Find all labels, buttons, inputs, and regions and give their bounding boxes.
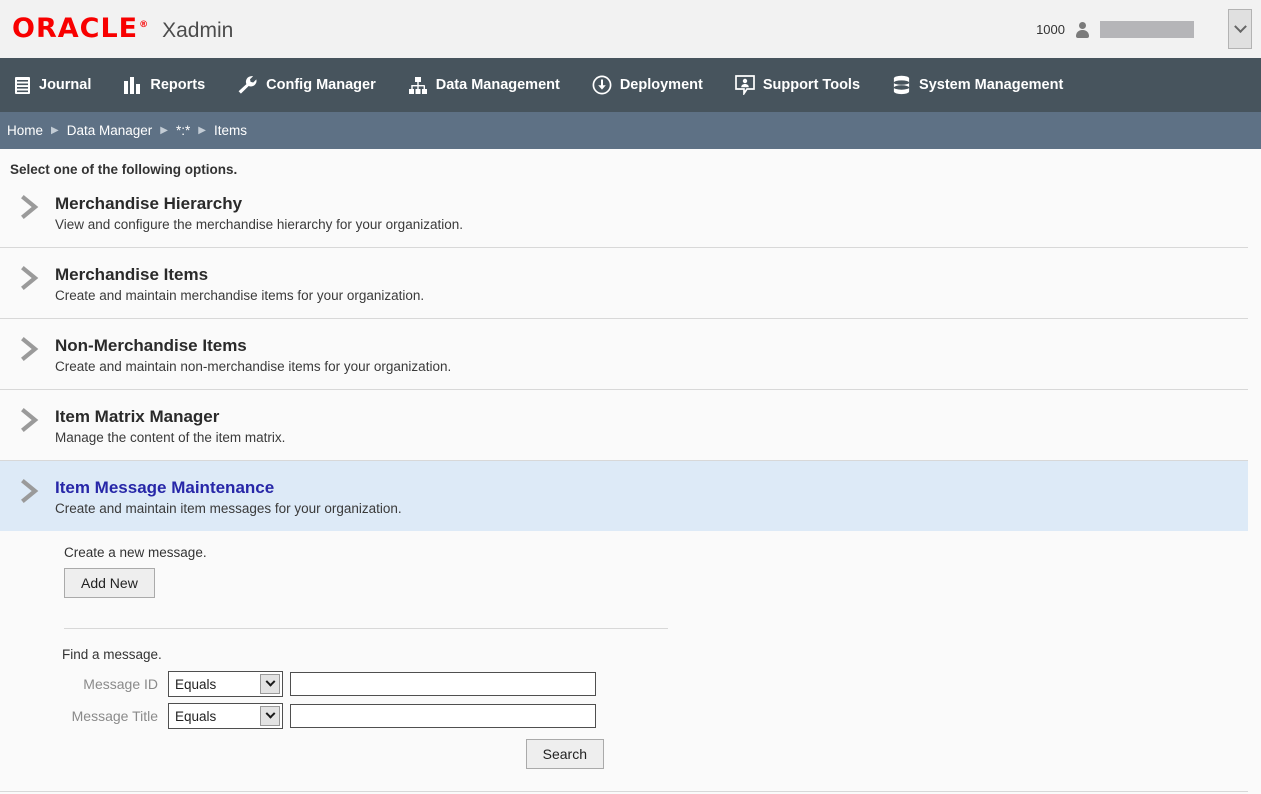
chevron-right-icon xyxy=(20,479,46,508)
breadcrumb-item-org[interactable]: *:* xyxy=(176,123,190,138)
option-description: Create and maintain non-merchandise item… xyxy=(55,359,452,374)
breadcrumb-item-home[interactable]: Home xyxy=(7,123,43,138)
person-bubble-icon xyxy=(734,75,755,95)
add-new-button[interactable]: Add New xyxy=(64,568,155,598)
search-button-row: Search xyxy=(64,739,604,769)
option-title: Non-Merchandise Items xyxy=(55,336,247,355)
chevron-right-icon xyxy=(20,266,46,295)
chevron-down-icon xyxy=(260,674,280,694)
message-title-input[interactable] xyxy=(290,704,596,728)
nav-item-data-management[interactable]: Data Management xyxy=(408,76,560,95)
chevron-down-icon xyxy=(260,706,280,726)
section-divider xyxy=(64,628,668,629)
search-button[interactable]: Search xyxy=(525,739,604,769)
nav-item-config-manager[interactable]: Config Manager xyxy=(237,75,376,95)
find-message-label: Find a message. xyxy=(62,647,162,662)
option-description: Create and maintain item messages for yo… xyxy=(55,501,402,516)
wrench-icon xyxy=(237,75,258,95)
form-row-message-title: Message Title Equals xyxy=(64,703,1248,729)
brand-logo: ORACLE® Xadmin xyxy=(12,15,233,43)
oracle-wordmark: ORACLE® xyxy=(12,15,149,42)
breadcrumb-item-data-manager[interactable]: Data Manager xyxy=(67,123,153,138)
user-icon xyxy=(1075,21,1090,38)
message-title-operator-select[interactable]: Equals xyxy=(168,703,283,729)
header-menu-button[interactable] xyxy=(1228,9,1252,49)
option-description: View and configure the merchandise hiera… xyxy=(55,217,463,232)
nav-item-deployment[interactable]: Deployment xyxy=(592,75,703,95)
main-content: Select one of the following options. Mer… xyxy=(0,149,1261,794)
option-texts: Merchandise Hierarchy View and configure… xyxy=(46,193,463,232)
header-right-cluster: 1000 xyxy=(1036,0,1261,58)
app-header: ORACLE® Xadmin 1000 xyxy=(0,0,1261,58)
option-texts: Non-Merchandise Items Create and maintai… xyxy=(46,335,451,374)
nav-item-journal[interactable]: Journal xyxy=(14,76,91,95)
bottom-divider xyxy=(0,791,1248,792)
option-merchandise-hierarchy[interactable]: Merchandise Hierarchy View and configure… xyxy=(0,177,1248,248)
nav-item-label: Support Tools xyxy=(762,77,861,93)
app-name: Xadmin xyxy=(162,19,234,42)
message-title-label: Message Title xyxy=(71,708,158,724)
create-message-label: Create a new message. xyxy=(64,545,207,560)
sitemap-icon xyxy=(408,76,428,95)
page-instruction: Select one of the following options. xyxy=(10,162,238,177)
breadcrumb-separator-icon: ▶ xyxy=(160,124,168,136)
chevron-right-icon xyxy=(20,195,46,224)
nav-item-label: Data Management xyxy=(435,77,560,93)
option-description: Manage the content of the item matrix. xyxy=(55,430,286,445)
nav-item-support-tools[interactable]: Support Tools xyxy=(734,75,861,95)
option-title: Item Message Maintenance xyxy=(55,478,275,497)
bar-chart-icon xyxy=(123,76,142,95)
nav-item-reports[interactable]: Reports xyxy=(123,76,205,95)
message-title-operator-value: Equals xyxy=(175,708,217,724)
form-row-message-id: Message ID Equals xyxy=(64,671,1248,697)
item-message-detail-panel: Create a new message. Add New Find a mes… xyxy=(0,531,1248,769)
registered-mark-icon: ® xyxy=(139,20,150,30)
breadcrumb-separator-icon: ▶ xyxy=(198,124,206,136)
option-description: Create and maintain merchandise items fo… xyxy=(55,288,425,303)
chevron-right-icon xyxy=(20,337,46,366)
nav-item-label: Deployment xyxy=(619,77,703,93)
database-icon xyxy=(892,75,911,95)
nav-item-label: Journal xyxy=(39,77,92,93)
content-panel: Select one of the following options. Mer… xyxy=(0,149,1248,794)
message-id-operator-select[interactable]: Equals xyxy=(168,671,283,697)
option-texts: Item Matrix Manager Manage the content o… xyxy=(46,406,285,445)
oracle-wordmark-text: ORACLE xyxy=(12,13,139,44)
organization-number: 1000 xyxy=(1036,21,1065,37)
option-item-matrix-manager[interactable]: Item Matrix Manager Manage the content o… xyxy=(0,390,1248,461)
user-name-redacted xyxy=(1100,20,1194,38)
nav-item-system-management[interactable]: System Management xyxy=(892,75,1063,95)
nav-item-label: Reports xyxy=(150,77,206,93)
download-circle-icon xyxy=(592,75,612,95)
chevron-down-icon xyxy=(1233,19,1247,33)
option-title: Merchandise Hierarchy xyxy=(55,194,243,213)
option-item-message-maintenance[interactable]: Item Message Maintenance Create and main… xyxy=(0,461,1248,531)
option-non-merchandise-items[interactable]: Non-Merchandise Items Create and maintai… xyxy=(0,319,1248,390)
breadcrumb-item-items: Items xyxy=(213,123,247,138)
breadcrumb-separator-icon: ▶ xyxy=(51,124,59,136)
nav-item-label: Config Manager xyxy=(266,77,376,93)
option-texts: Merchandise Items Create and maintain me… xyxy=(46,264,424,303)
main-navigation: Journal Reports Config Manager Data Mana… xyxy=(0,58,1261,112)
breadcrumb: Home ▶ Data Manager ▶ *:* ▶ Items xyxy=(0,112,1261,149)
nav-item-label: System Management xyxy=(919,77,1064,93)
option-title: Item Matrix Manager xyxy=(55,407,220,426)
message-id-label: Message ID xyxy=(83,676,158,692)
message-id-operator-value: Equals xyxy=(175,676,217,692)
option-merchandise-items[interactable]: Merchandise Items Create and maintain me… xyxy=(0,248,1248,319)
message-id-input[interactable] xyxy=(290,672,596,696)
chevron-right-icon xyxy=(20,408,46,437)
option-texts: Item Message Maintenance Create and main… xyxy=(46,477,402,516)
journal-icon xyxy=(14,76,31,95)
option-title: Merchandise Items xyxy=(55,265,209,284)
